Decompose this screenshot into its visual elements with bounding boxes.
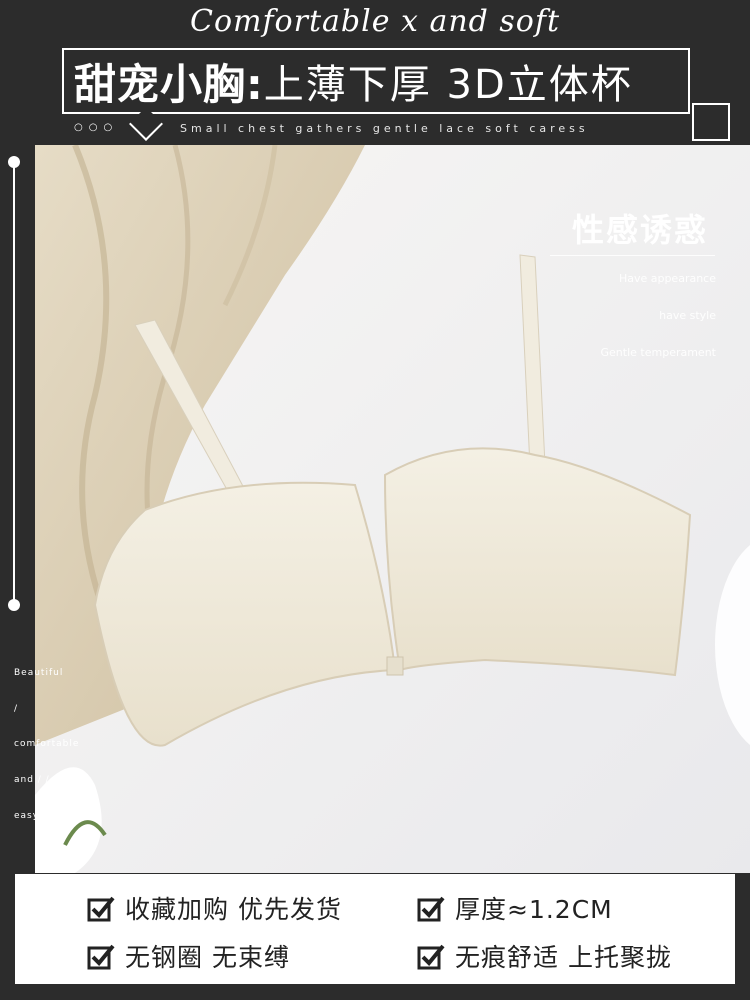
side-text-line-5: easy to wear (14, 811, 84, 821)
overlay-divider (550, 255, 715, 256)
feature-item: 无钢圈 无束缚 (87, 938, 290, 974)
feature-text: 无钢圈 无束缚 (125, 943, 290, 972)
overlay-line-3: Gentle temperament (600, 346, 716, 359)
features-panel: 收藏加购 优先发货 厚度≈1.2CM 无钢圈 无束缚 无痕舒适 上托聚拢 (15, 874, 735, 984)
header-script-text: Comfortable x and soft (189, 4, 561, 39)
side-text-line-1: Beautiful (14, 668, 64, 678)
feature-item: 收藏加购 优先发货 (87, 890, 342, 926)
sidebar-line (13, 162, 15, 605)
check-icon (417, 896, 445, 922)
sidebar-dot-bottom (8, 599, 20, 611)
decor-square (692, 103, 730, 141)
title-subtitle: Small chest gathers gentle lace soft car… (180, 122, 589, 135)
feature-item: 厚度≈1.2CM (417, 890, 613, 926)
overlay-heading: 性感诱惑 (571, 211, 708, 249)
feature-text: 厚度≈1.2CM (455, 895, 613, 924)
decor-dots: ○○○ (74, 122, 119, 133)
overlay-line-2: have style (659, 309, 716, 322)
check-icon (87, 944, 115, 970)
side-text-line-2: / (14, 704, 19, 714)
check-icon (87, 896, 115, 922)
side-text-line-4: and / / (14, 775, 50, 785)
side-text-line-3: comfortable (14, 739, 80, 749)
title-bold: 甜宠小胸: (74, 59, 264, 109)
title-box: 甜宠小胸: 上薄下厚 3D立体杯 (62, 48, 690, 114)
title-light: 上薄下厚 3D立体杯 (263, 62, 633, 108)
feature-text: 无痕舒适 上托聚拢 (455, 943, 672, 972)
feature-text: 收藏加购 优先发货 (125, 895, 342, 924)
feature-item: 无痕舒适 上托聚拢 (417, 938, 672, 974)
overlay-line-1: Have appearance (618, 272, 716, 285)
check-icon (417, 944, 445, 970)
sidebar-dot-top (8, 156, 20, 168)
